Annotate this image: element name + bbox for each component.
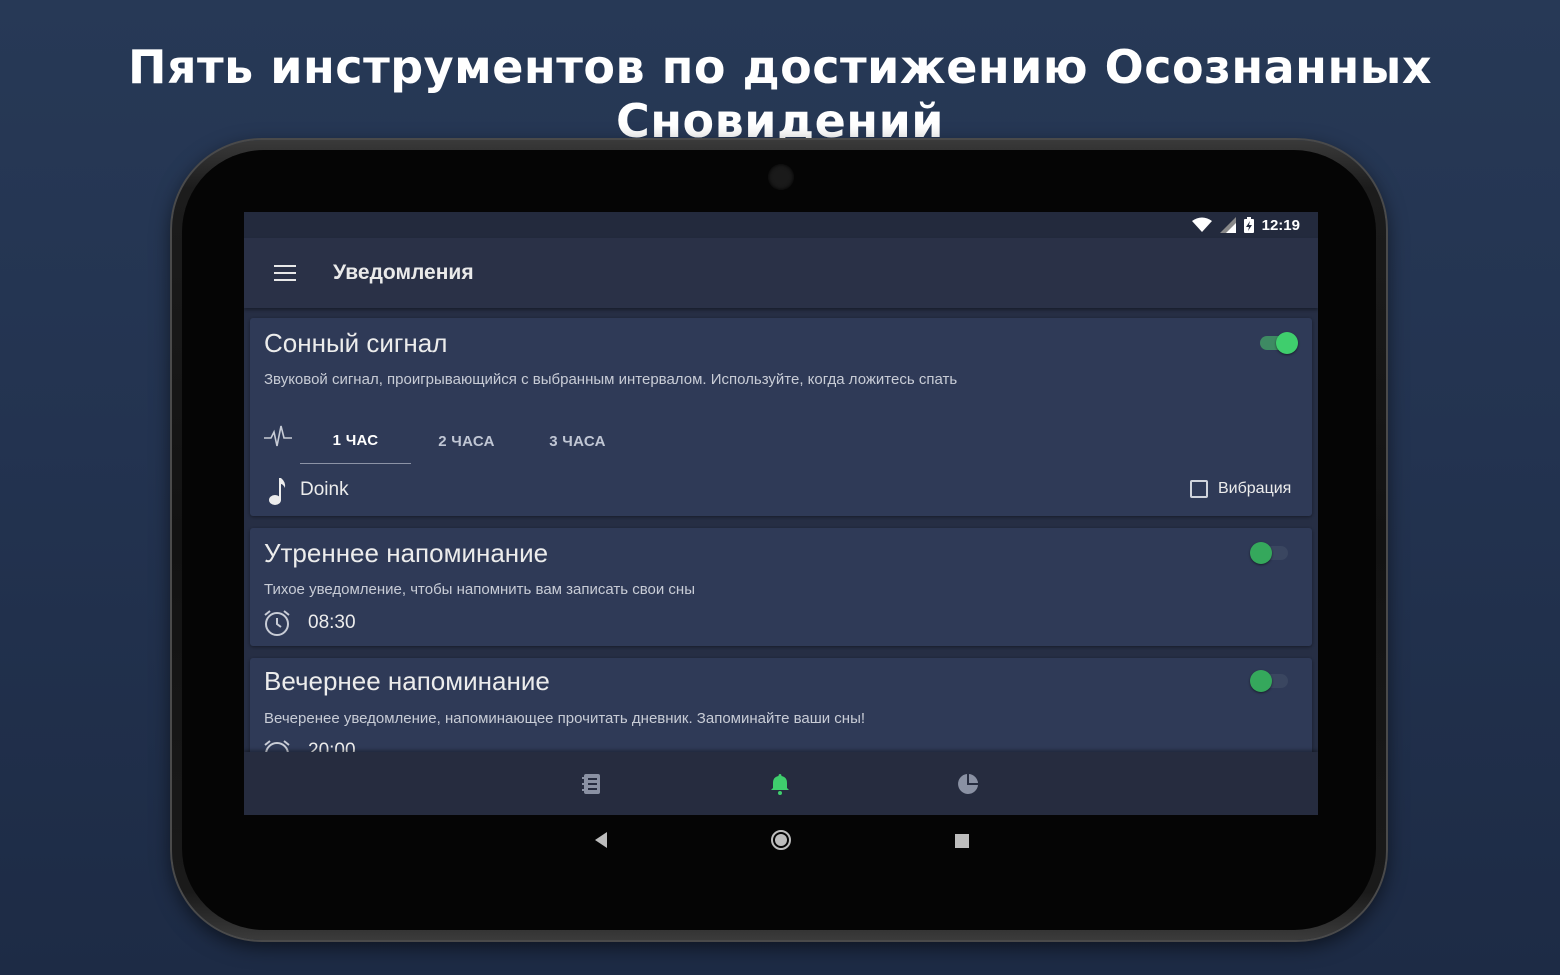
menu-icon[interactable]	[274, 265, 296, 281]
vibration-label: Вибрация	[1218, 480, 1292, 497]
sound-selector[interactable]: Doink	[300, 479, 349, 501]
signal-icon	[1219, 217, 1236, 233]
home-icon[interactable]	[770, 829, 792, 855]
camera-icon	[768, 164, 794, 190]
bottom-navigation	[244, 752, 1318, 815]
back-icon[interactable]	[593, 831, 609, 853]
sleep-signal-toggle[interactable]	[1258, 332, 1298, 354]
pulse-icon	[264, 424, 292, 454]
sleep-signal-card: Сонный сигнал Звуковой сигнал, проигрыва…	[250, 318, 1312, 516]
music-note-icon	[268, 476, 288, 510]
tab-interval-2h[interactable]: 2 ЧАСА	[411, 418, 522, 464]
morning-reminder-toggle[interactable]	[1250, 542, 1290, 564]
alarm-clock-icon[interactable]	[262, 608, 292, 642]
device-screen: 12:19 Уведомления Сонный сигнал Звуковой…	[244, 212, 1318, 815]
page-title: Уведомления	[333, 261, 474, 284]
morning-reminder-description: Тихое уведомление, чтобы напомнить вам з…	[264, 581, 696, 598]
app-bar: Уведомления	[244, 238, 1318, 308]
sleep-signal-description: Звуковой сигнал, проигрывающийся с выбра…	[264, 371, 958, 388]
system-navigation-bar	[244, 815, 1318, 867]
status-bar: 12:19	[244, 212, 1318, 238]
evening-reminder-title: Вечернее напоминание	[264, 666, 550, 696]
journal-icon[interactable]	[580, 772, 604, 796]
vibration-checkbox[interactable]	[1190, 480, 1208, 498]
morning-reminder-time[interactable]: 08:30	[308, 612, 356, 634]
wifi-icon	[1191, 217, 1212, 233]
morning-reminder-title: Утреннее напоминание	[264, 538, 549, 568]
tab-interval-1h[interactable]: 1 ЧАС	[300, 418, 411, 464]
evening-reminder-toggle[interactable]	[1250, 670, 1290, 692]
recent-apps-icon[interactable]	[955, 833, 969, 852]
sleep-signal-title: Сонный сигнал	[264, 328, 448, 358]
battery-charging-icon	[1243, 217, 1254, 233]
evening-reminder-description: Вечеренее уведомление, напоминающее проч…	[264, 710, 866, 727]
interval-tabs: 1 ЧАС 2 ЧАСА 3 ЧАСА	[300, 418, 633, 464]
bell-icon[interactable]	[768, 772, 792, 796]
pie-chart-icon[interactable]	[956, 772, 980, 796]
morning-reminder-card: Утреннее напоминание Тихое уведомление, …	[250, 528, 1312, 646]
headline: Пять инструментов по достижению Осознанн…	[127, 40, 1432, 148]
status-time: 12:19	[1261, 216, 1300, 234]
tab-interval-3h[interactable]: 3 ЧАСА	[522, 418, 633, 464]
